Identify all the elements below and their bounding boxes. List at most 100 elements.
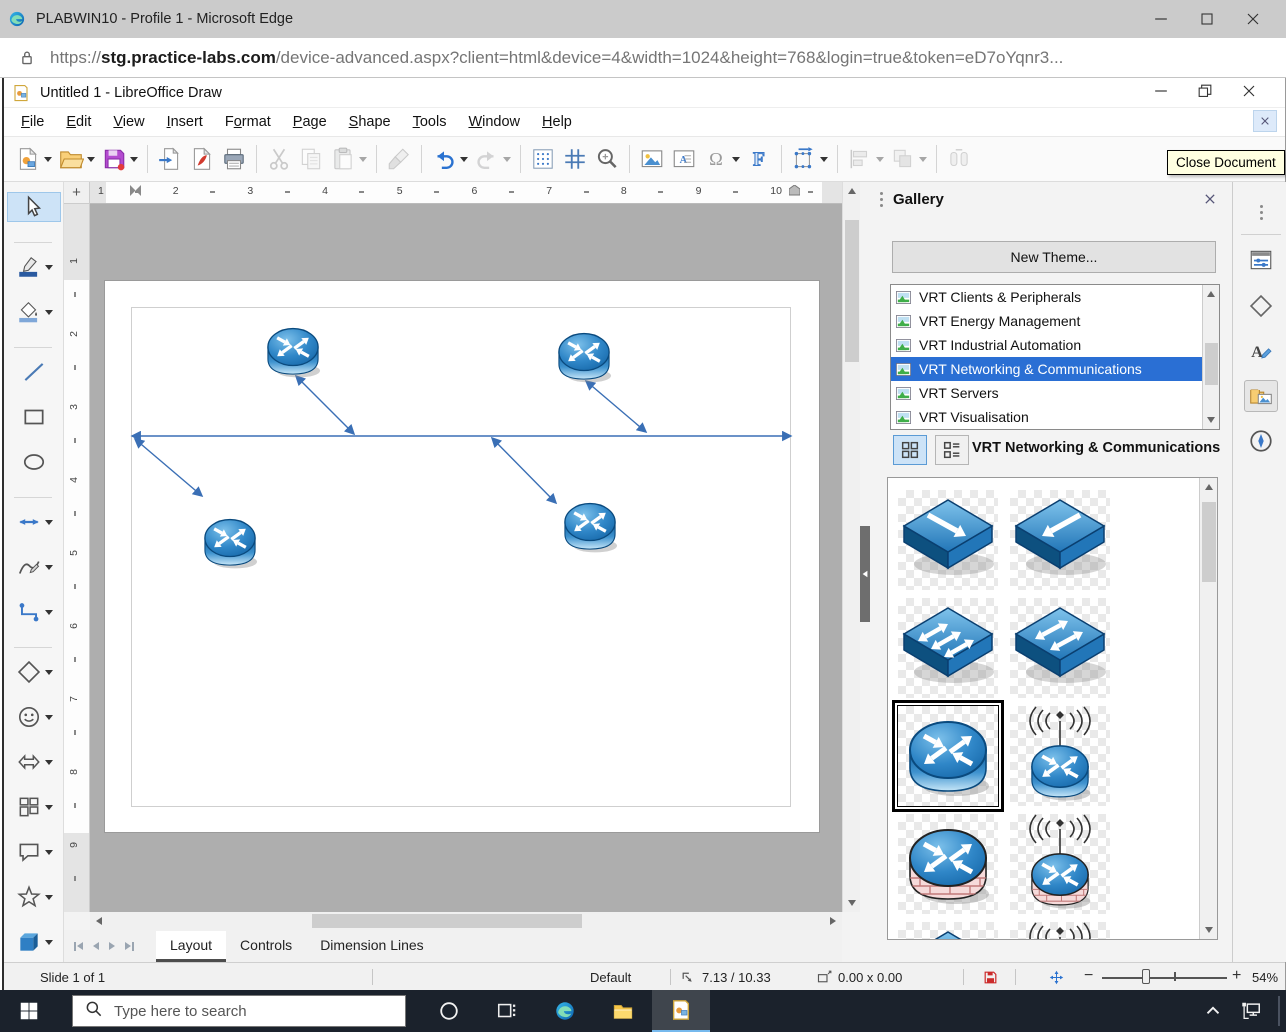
export-pdf-button[interactable] (186, 142, 218, 176)
dropdown-arrow-icon[interactable] (45, 940, 53, 945)
edge-close-button[interactable] (1230, 0, 1276, 38)
grid-scroll-down-arrow[interactable] (1200, 921, 1218, 939)
fill-color-tool[interactable] (7, 297, 61, 327)
dropdown-arrow-icon[interactable] (130, 157, 138, 162)
lo-minimize-button[interactable] (1139, 76, 1183, 106)
dropdown-arrow-icon[interactable] (45, 715, 53, 720)
curves-polygons-tool[interactable] (7, 552, 61, 582)
panel-grip-icon[interactable] (880, 192, 883, 207)
clone-formatting-button[interactable] (383, 142, 415, 176)
sidebar-settings-button[interactable] (1244, 196, 1278, 228)
connectors-tool[interactable] (7, 597, 61, 627)
new-theme-button[interactable]: New Theme... (892, 241, 1216, 273)
dropdown-arrow-icon[interactable] (45, 895, 53, 900)
list-scroll-up-arrow[interactable] (1202, 285, 1220, 303)
dropdown-arrow-icon[interactable] (44, 157, 52, 162)
first-slide-button[interactable] (74, 942, 83, 951)
horizontal-scroll-thumb[interactable] (312, 914, 582, 928)
insert-text-box-button[interactable]: A (668, 142, 700, 176)
save-button[interactable] (98, 142, 141, 176)
flowchart-tool[interactable] (7, 792, 61, 822)
gallery-grid-scrollbar[interactable] (1199, 478, 1217, 939)
grid-scroll-up-arrow[interactable] (1200, 478, 1218, 496)
horizontal-scrollbar[interactable] (90, 912, 842, 930)
theme-item[interactable]: VRT Clients & Peripherals (891, 285, 1203, 309)
gallery-item-wireless-router-partial[interactable] (1010, 922, 1110, 940)
dropdown-arrow-icon[interactable] (876, 157, 884, 162)
callouts-tool[interactable] (7, 837, 61, 867)
gallery-item-switch-uplink[interactable] (1010, 490, 1110, 590)
list-scroll-down-arrow[interactable] (1202, 411, 1220, 429)
vertical-scroll-thumb[interactable] (845, 220, 859, 362)
display-grid-button[interactable] (527, 142, 559, 176)
rectangle-tool[interactable] (7, 402, 61, 432)
next-slide-button[interactable] (109, 942, 115, 950)
detailed-view-button[interactable] (935, 435, 969, 465)
dropdown-arrow-icon[interactable] (45, 670, 53, 675)
edge-minimize-button[interactable] (1138, 0, 1184, 38)
dropdown-arrow-icon[interactable] (87, 157, 95, 162)
libreoffice-taskbar-button[interactable] (652, 990, 710, 1032)
cut-button[interactable] (263, 142, 295, 176)
theme-item[interactable]: VRT Energy Management (891, 309, 1203, 333)
gallery-item-switch-downlink[interactable] (898, 490, 998, 590)
arrange-button[interactable] (887, 142, 930, 176)
dropdown-arrow-icon[interactable] (45, 565, 53, 570)
lines-arrows-tool[interactable] (7, 507, 61, 537)
stars-banners-tool[interactable] (7, 882, 61, 912)
zoom-slider-handle[interactable] (1142, 969, 1150, 984)
vertical-ruler[interactable]: 123456789 (64, 204, 90, 912)
edge-taskbar-button[interactable] (536, 990, 594, 1032)
dropdown-arrow-icon[interactable] (45, 850, 53, 855)
symbol-shapes-tool[interactable] (7, 702, 61, 732)
scroll-down-arrow[interactable] (843, 894, 861, 912)
indent-marker-icon[interactable] (130, 183, 141, 201)
paste-button[interactable] (327, 142, 370, 176)
gallery-item-wireless-firewall-router[interactable] (1010, 814, 1110, 914)
vertical-scrollbar[interactable] (842, 182, 860, 912)
lo-restore-button[interactable] (1183, 76, 1227, 106)
distribution-button[interactable] (943, 142, 975, 176)
unsaved-changes-indicator[interactable] (982, 963, 999, 991)
align-button[interactable] (844, 142, 887, 176)
scroll-up-arrow[interactable] (843, 182, 861, 200)
open-button[interactable] (55, 142, 98, 176)
helplines-button[interactable] (559, 142, 591, 176)
sidebar-styles-tab[interactable]: A (1244, 335, 1278, 367)
redo-button[interactable] (471, 142, 514, 176)
gallery-item-switch-partial[interactable] (898, 922, 998, 940)
menu-insert[interactable]: Insert (156, 110, 214, 134)
margin-marker-icon[interactable] (789, 183, 800, 201)
dropdown-arrow-icon[interactable] (45, 610, 53, 615)
line-color-tool[interactable] (7, 252, 61, 282)
theme-item[interactable]: VRT Industrial Automation (891, 333, 1203, 357)
copy-button[interactable] (295, 142, 327, 176)
special-character-button[interactable]: Ω (700, 142, 743, 176)
drawing-canvas[interactable] (90, 204, 842, 912)
menu-page[interactable]: Page (282, 110, 338, 134)
close-document-button[interactable] (1253, 110, 1277, 132)
basic-shapes-tool[interactable] (7, 657, 61, 687)
dropdown-arrow-icon[interactable] (45, 310, 53, 315)
show-desktop-button[interactable] (1278, 996, 1280, 1026)
gallery-item-switch-crosslink[interactable] (1010, 598, 1110, 698)
zoom-button[interactable] (591, 142, 623, 176)
menu-help[interactable]: Help (531, 110, 583, 134)
gallery-item-wireless-router[interactable] (1010, 706, 1110, 806)
menu-shape[interactable]: Shape (338, 110, 402, 134)
cortana-button[interactable] (420, 990, 478, 1032)
3d-objects-tool[interactable] (7, 927, 61, 957)
scroll-right-arrow[interactable] (824, 912, 842, 930)
export-button[interactable] (154, 142, 186, 176)
grid-scroll-thumb[interactable] (1202, 502, 1216, 582)
dropdown-arrow-icon[interactable] (820, 157, 828, 162)
theme-item[interactable]: VRT Networking & Communications (891, 357, 1203, 381)
zoom-slider-track[interactable] (1102, 977, 1227, 979)
tab-controls[interactable]: Controls (226, 931, 306, 962)
start-button[interactable] (0, 990, 58, 1032)
zoom-in-button[interactable]: + (1232, 967, 1241, 985)
theme-list-scrollbar[interactable] (1202, 285, 1219, 429)
previous-slide-button[interactable] (93, 942, 99, 950)
file-explorer-button[interactable] (594, 990, 652, 1032)
select-tool[interactable] (7, 192, 61, 222)
